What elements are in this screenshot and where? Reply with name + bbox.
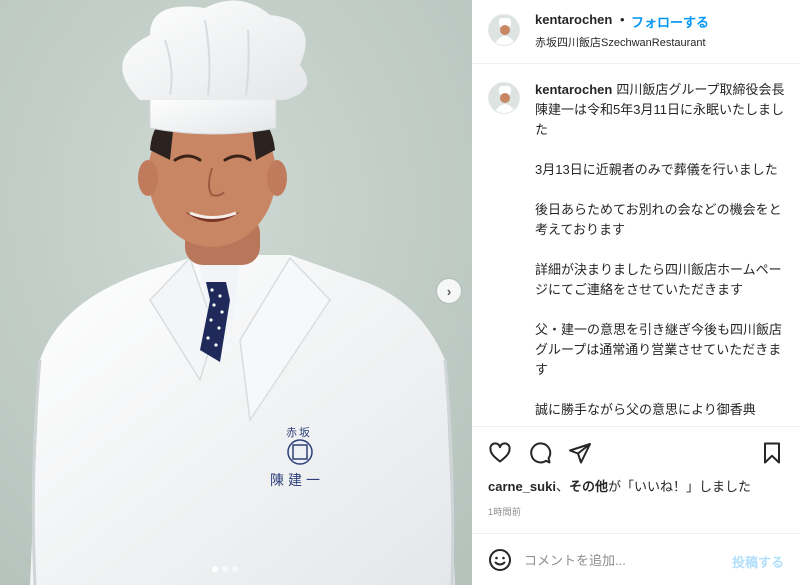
likes-summary: carne_suki、その他が「いいね！」しました (488, 476, 751, 495)
likes-connector: 、 (555, 479, 569, 494)
share-icon[interactable] (568, 441, 592, 465)
post-location[interactable]: 赤坂四川飯店SzechwanRestaurant (535, 34, 706, 50)
caption-paragraph: kentarochen 四川飯店グループ取締役会長 陳建一は令和5年3月11日に永… (535, 80, 791, 140)
coat-badge-text-top: 赤坂 (286, 427, 312, 439)
emoji-icon[interactable] (488, 548, 512, 572)
post-username[interactable]: kentarochen (535, 12, 612, 27)
liker-username[interactable]: carne_suki (488, 479, 556, 494)
comment-icon[interactable] (528, 441, 552, 465)
caption-paragraph: 詳細が決まりましたら四川飯店ホームページにてご連絡をさせていただきます (535, 262, 782, 297)
heart-icon[interactable] (488, 441, 512, 465)
coat-badge-text-name: 陳建一 (270, 472, 324, 488)
comment-bar: 投稿する (472, 533, 800, 585)
carousel-dot (232, 566, 238, 572)
post-timestamp[interactable]: 1時間前 (488, 505, 521, 518)
post-caption: kentarochen 四川飯店グループ取締役会長 陳建一は令和5年3月11日に永… (535, 80, 791, 426)
post-header: kentarochen • フォローする 赤坂四川飯店SzechwanResta… (472, 0, 800, 64)
post-photo[interactable]: 赤坂 陳建一 › (0, 0, 472, 585)
caption-paragraph: 誠に勝手ながら父の意思により御香典 (535, 402, 756, 417)
likes-suffix: が「いいね！」しました (607, 479, 751, 494)
post-actions (472, 426, 800, 478)
carousel-dot (212, 566, 218, 572)
caption-paragraph: 父・建一の意思を引き継ぎ今後も四川飯店グループは通常通り営業させていただきます (535, 322, 783, 377)
post-comment-button[interactable]: 投稿する (732, 552, 784, 571)
avatar[interactable] (488, 14, 520, 46)
carousel-dots (212, 566, 238, 572)
follow-button[interactable]: フォローする (631, 12, 709, 31)
carousel-dot (222, 566, 228, 572)
chevron-right-icon[interactable]: › (437, 279, 461, 303)
likes-others-link[interactable]: その他 (569, 479, 608, 494)
comment-input[interactable] (524, 549, 724, 571)
avatar[interactable] (488, 82, 520, 114)
caption-paragraph: 後日あらためてお別れの会などの機会をと考えております (535, 202, 782, 237)
bookmark-icon[interactable] (760, 441, 784, 465)
separator-dot: • (620, 12, 625, 27)
chef-portrait-image (0, 0, 472, 585)
comments-section[interactable]: kentarochen 四川飯店グループ取締役会長 陳建一は令和5年3月11日に永… (472, 64, 800, 426)
caption-username[interactable]: kentarochen (535, 82, 612, 97)
post-side-panel: kentarochen • フォローする 赤坂四川飯店SzechwanResta… (472, 0, 800, 585)
caption-paragraph: 3月13日に近親者のみで葬儀を行いました (535, 162, 778, 177)
